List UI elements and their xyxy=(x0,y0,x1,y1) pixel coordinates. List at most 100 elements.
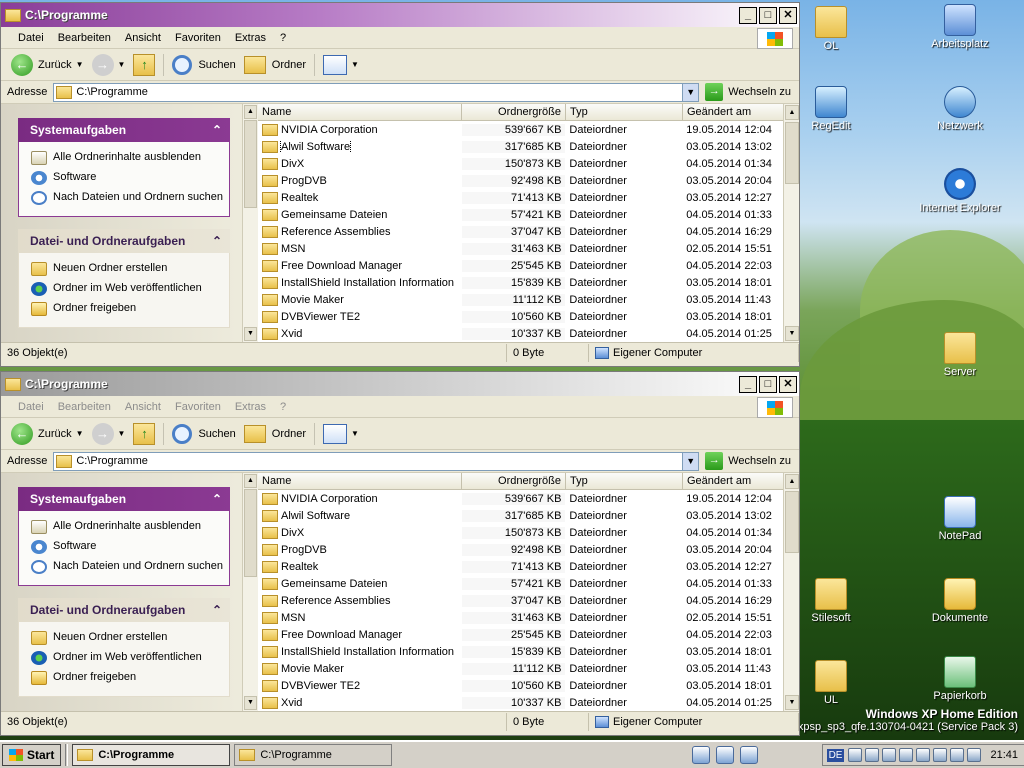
table-row[interactable]: DVBViewer TE2 10'560 KB Dateiordner 03.05.2… xyxy=(258,677,783,694)
tray-icon[interactable] xyxy=(899,748,914,762)
task-share-folder[interactable]: Ordner freigeben xyxy=(31,299,223,319)
column-type[interactable]: Typ xyxy=(566,104,683,120)
table-row[interactable]: NVIDIA Corporation 539'667 KB Dateiordner 1… xyxy=(258,121,783,138)
desktop-icon-dokumente[interactable]: Dokumente xyxy=(915,578,1005,624)
up-button[interactable]: ↑ xyxy=(133,422,156,445)
table-row[interactable]: Gemeinsame Dateien 57'421 KB Dateiordner 04… xyxy=(258,575,783,592)
collapse-icon[interactable]: ⌃ xyxy=(212,603,222,617)
menu-datei[interactable]: Datei xyxy=(11,32,51,44)
table-row[interactable]: ProgDVB 92'498 KB Dateiordner 03.05.2014 20… xyxy=(258,541,783,558)
search-button[interactable]: Suchen xyxy=(172,423,236,444)
task-share-folder[interactable]: Ordner freigeben xyxy=(31,668,223,688)
file-list-scrollbar[interactable]: ▲ ▼ xyxy=(783,104,799,342)
views-button[interactable]: ▼ xyxy=(323,423,359,444)
column-name[interactable]: Name xyxy=(258,473,462,489)
menu-datei[interactable]: Datei xyxy=(11,401,51,413)
back-button[interactable]: ← Zurück ▼ xyxy=(11,422,84,445)
table-row[interactable]: Reference Assemblies 37'047 KB Dateiordner… xyxy=(258,223,783,240)
back-button[interactable]: ← Zurück ▼ xyxy=(11,53,84,76)
file-tasks-header[interactable]: Datei- und Ordneraufgaben ⌃ xyxy=(18,229,230,253)
scroll-up-icon[interactable]: ▲ xyxy=(244,474,257,488)
up-button[interactable]: ↑ xyxy=(133,53,156,76)
scroll-up-icon[interactable]: ▲ xyxy=(785,105,799,120)
column-modified[interactable]: Geändert am xyxy=(683,473,784,489)
table-row[interactable]: Realtek 71'413 KB Dateiordner 03.05.2014 12… xyxy=(258,558,783,575)
table-row[interactable]: Alwil Software 317'685 KB Dateiordner 03.05… xyxy=(258,507,783,524)
chevron-down-icon[interactable]: ▼ xyxy=(76,60,84,69)
table-row[interactable]: DivX 150'873 KB Dateiordner 04.05.2014 01:3… xyxy=(258,155,783,172)
maximize-button[interactable]: □ xyxy=(759,375,777,393)
scroll-thumb[interactable] xyxy=(785,122,799,184)
tray-icon[interactable] xyxy=(916,748,931,762)
menu-bearbeiten[interactable]: Bearbeiten xyxy=(51,401,118,413)
desktop-icon-server[interactable]: Server xyxy=(915,332,1005,378)
menu-favoriten[interactable]: Favoriten xyxy=(168,32,228,44)
task-search-files[interactable]: Nach Dateien und Ordnern suchen xyxy=(31,188,223,208)
desktop-icon-notepad[interactable]: NotePad xyxy=(915,496,1005,542)
desktop-icon-netzwerk[interactable]: Netzwerk xyxy=(915,86,1005,132)
task-pane-scrollbar[interactable]: ▲ ▼ xyxy=(242,104,258,342)
menu-help[interactable]: ? xyxy=(273,32,293,44)
close-button[interactable]: ✕ xyxy=(779,6,797,24)
scroll-down-icon[interactable]: ▼ xyxy=(244,327,257,341)
maximize-button[interactable]: □ xyxy=(759,6,777,24)
scroll-up-icon[interactable]: ▲ xyxy=(244,105,257,119)
collapse-icon[interactable]: ⌃ xyxy=(212,123,222,137)
task-search-files[interactable]: Nach Dateien und Ordnern suchen xyxy=(31,557,223,577)
search-button[interactable]: Suchen xyxy=(172,54,236,75)
table-row[interactable]: Xvid 10'337 KB Dateiordner 04.05.2014 01:25 xyxy=(258,325,783,342)
table-row[interactable]: InstallShield Installation Information 15… xyxy=(258,643,783,660)
desktop-icon-arbeitsplatz[interactable]: Arbeitsplatz xyxy=(915,4,1005,50)
tray-icon[interactable] xyxy=(950,748,965,762)
menu-extras[interactable]: Extras xyxy=(228,32,273,44)
column-name[interactable]: Name xyxy=(258,104,462,120)
address-dropdown-button[interactable]: ▼ xyxy=(682,452,699,470)
scroll-thumb[interactable] xyxy=(244,489,257,577)
menu-favoriten[interactable]: Favoriten xyxy=(168,401,228,413)
taskbar-item-programme-1[interactable]: C:\Programme xyxy=(72,744,231,766)
table-row[interactable]: ProgDVB 92'498 KB Dateiordner 03.05.2014 20… xyxy=(258,172,783,189)
tray-icon[interactable] xyxy=(933,748,948,762)
menu-ansicht[interactable]: Ansicht xyxy=(118,32,168,44)
scroll-thumb[interactable] xyxy=(244,120,257,208)
minimize-button[interactable]: _ xyxy=(739,6,757,24)
start-button[interactable]: Start xyxy=(2,744,62,766)
table-row[interactable]: Alwil Software 317'685 KB Dateiordner 03.05… xyxy=(258,138,783,155)
address-input[interactable]: C:\Programme ▼ xyxy=(53,82,700,102)
tray-icon[interactable] xyxy=(882,748,897,762)
task-software[interactable]: Software xyxy=(31,168,223,188)
scroll-up-icon[interactable]: ▲ xyxy=(785,474,799,489)
table-row[interactable]: DivX 150'873 KB Dateiordner 04.05.2014 01:3… xyxy=(258,524,783,541)
chevron-down-icon[interactable]: ▼ xyxy=(118,60,126,69)
table-row[interactable]: Movie Maker 11'112 KB Dateiordner 03.05.201… xyxy=(258,660,783,677)
forward-button[interactable]: → ▼ xyxy=(91,53,126,76)
address-input[interactable]: C:\Programme ▼ xyxy=(53,451,700,471)
task-hide-contents[interactable]: Alle Ordnerinhalte ausblenden xyxy=(31,517,223,537)
go-button[interactable]: → Wechseln zu xyxy=(699,83,799,101)
collapse-icon[interactable]: ⌃ xyxy=(212,234,222,248)
file-tasks-header[interactable]: Datei- und Ordneraufgaben ⌃ xyxy=(18,598,230,622)
collapse-icon[interactable]: ⌃ xyxy=(212,492,222,506)
minimize-button[interactable]: _ xyxy=(739,375,757,393)
table-row[interactable]: Reference Assemblies 37'047 KB Dateiordner… xyxy=(258,592,783,609)
task-new-folder[interactable]: Neuen Ordner erstellen xyxy=(31,259,223,279)
task-new-folder[interactable]: Neuen Ordner erstellen xyxy=(31,628,223,648)
menu-bearbeiten[interactable]: Bearbeiten xyxy=(51,32,118,44)
go-button[interactable]: → Wechseln zu xyxy=(699,452,799,470)
tray-icon[interactable] xyxy=(967,748,982,762)
task-software[interactable]: Software xyxy=(31,537,223,557)
views-button[interactable]: ▼ xyxy=(323,54,359,75)
table-row[interactable]: Free Download Manager 25'545 KB Dateiordne… xyxy=(258,626,783,643)
task-publish-web[interactable]: Ordner im Web veröffentlichen xyxy=(31,279,223,299)
column-modified[interactable]: Geändert am xyxy=(683,104,784,120)
language-indicator[interactable]: DE xyxy=(826,748,845,762)
task-publish-web[interactable]: Ordner im Web veröffentlichen xyxy=(31,648,223,668)
table-row[interactable]: MSN 31'463 KB Dateiordner 02.05.2014 15:51 xyxy=(258,609,783,626)
menu-ansicht[interactable]: Ansicht xyxy=(118,401,168,413)
folders-button[interactable]: Ordner xyxy=(243,424,306,443)
clock[interactable]: 21:41 xyxy=(990,749,1018,761)
scroll-down-icon[interactable]: ▼ xyxy=(244,696,257,710)
table-row[interactable]: DVBViewer TE2 10'560 KB Dateiordner 03.05.2… xyxy=(258,308,783,325)
quick-launch-icon[interactable] xyxy=(740,746,759,764)
forward-button[interactable]: → ▼ xyxy=(91,422,125,445)
